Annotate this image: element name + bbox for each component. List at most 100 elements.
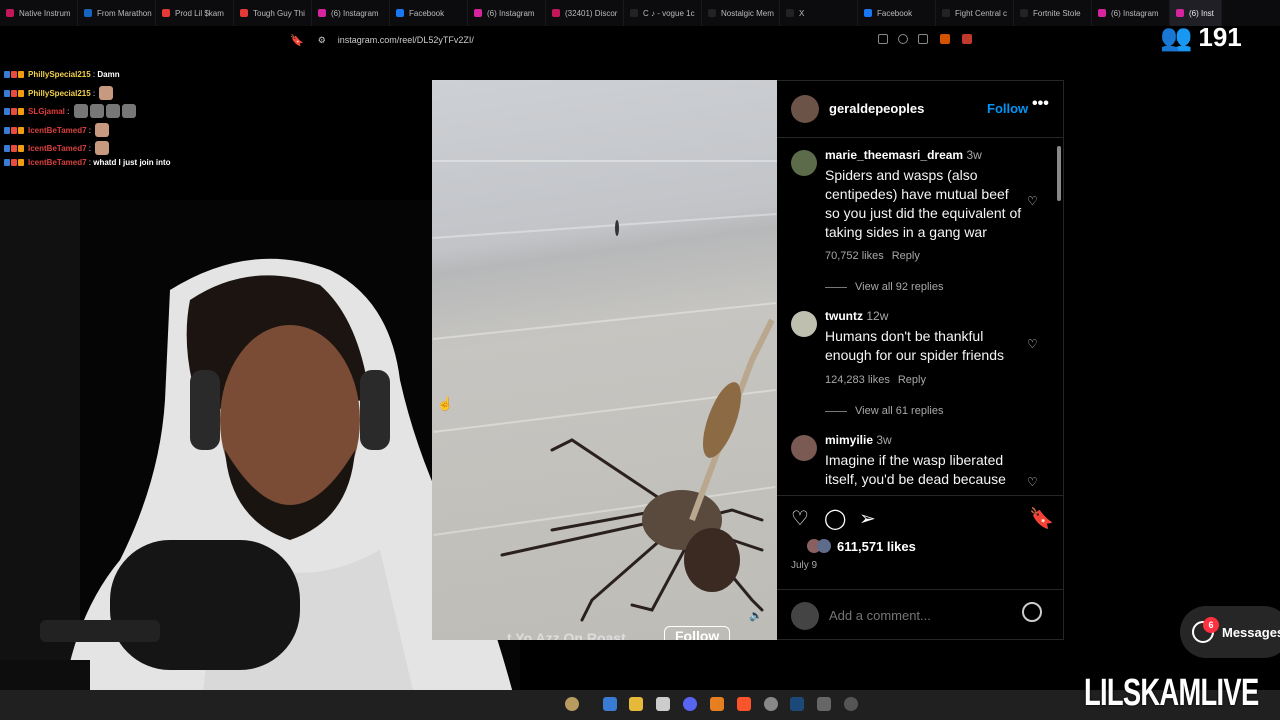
site-info-icon[interactable]: ⚙ <box>318 35 326 46</box>
tab-favicon-icon <box>474 9 482 17</box>
bookmark-icon[interactable]: 🔖 <box>290 34 304 47</box>
discord-icon[interactable] <box>683 697 697 711</box>
chat-emote <box>89 104 104 118</box>
zoom-icon[interactable] <box>898 34 908 44</box>
comment-username[interactable]: twuntz 12w <box>825 309 888 323</box>
browser-tab[interactable]: Tough Guy Thi <box>234 0 312 26</box>
browser-tab[interactable]: Facebook <box>390 0 468 26</box>
messages-badge: 6 <box>1203 617 1219 633</box>
extension-icon[interactable] <box>962 34 972 44</box>
taskbar-app-icon[interactable] <box>565 697 579 711</box>
more-options-icon[interactable]: ••• <box>1032 95 1049 113</box>
emoji-icon[interactable] <box>1022 602 1042 622</box>
author-avatar[interactable] <box>791 95 819 123</box>
speaker-icon[interactable]: 🔈 <box>749 609 763 622</box>
commenter-avatar[interactable] <box>791 150 817 176</box>
browser-tab[interactable]: Fortnite Stole <box>1014 0 1092 26</box>
chat-username[interactable]: IcentBeTamed7 <box>28 144 87 153</box>
browser-tab[interactable]: (32401) Discor <box>546 0 624 26</box>
chat-username[interactable]: SLGjamal <box>28 107 65 116</box>
comment-meta: 70,752 likes Reply <box>825 250 928 262</box>
chat-username[interactable]: PhillySpecial215 <box>28 89 91 98</box>
chat-message: IcentBeTamed7 : whatd I just join into <box>4 158 171 167</box>
follow-button[interactable]: Follow <box>987 101 1028 116</box>
share-icon[interactable] <box>918 34 928 44</box>
reel-follow-button[interactable]: Follow <box>664 626 731 640</box>
messages-label: Messages <box>1222 624 1280 640</box>
comment-username-text[interactable]: mimyilie <box>825 433 873 447</box>
view-replies[interactable]: View all 61 replies <box>825 405 943 417</box>
chat-badges <box>4 144 25 152</box>
bookmark-star-icon[interactable] <box>940 34 950 44</box>
screen-icon[interactable] <box>878 34 888 44</box>
taskbar-app-icon[interactable] <box>817 697 831 711</box>
comments-list: marie_theemasri_dream 3w Spiders and was… <box>777 138 1064 493</box>
messages-button[interactable]: Messages <box>1180 606 1280 658</box>
taskbar-app-icon[interactable] <box>844 697 858 711</box>
taskbar-app-icon[interactable] <box>764 697 778 711</box>
folder-icon[interactable] <box>629 697 643 711</box>
own-avatar <box>791 602 819 630</box>
post-header: geraldepeoples Follow ••• <box>777 81 1064 138</box>
comment-like-icon[interactable]: ♡ <box>1027 475 1038 489</box>
browser-tab[interactable]: C ♪ - vogue 1c <box>624 0 702 26</box>
tab-favicon-icon <box>630 9 638 17</box>
steam-icon[interactable] <box>790 697 804 711</box>
comment-username-text[interactable]: marie_theemasri_dream <box>825 148 963 162</box>
comment-username-text[interactable]: twuntz <box>825 309 863 323</box>
chat-emote <box>95 123 110 137</box>
chat-username[interactable]: IcentBeTamed7 <box>28 158 87 167</box>
reel-video[interactable]: t Yo Azz On Roast Follow 🔈 <box>432 80 777 640</box>
reply-button[interactable]: Reply <box>898 374 926 386</box>
chat-username[interactable]: PhillySpecial215 <box>28 70 91 79</box>
browser-tab[interactable]: (6) Instagram <box>468 0 546 26</box>
browser-tab[interactable]: X <box>780 0 858 26</box>
comment-likes[interactable]: 70,752 likes <box>825 250 884 262</box>
tab-label: (6) Instagram <box>487 8 535 18</box>
reply-button[interactable]: Reply <box>892 250 920 262</box>
tab-label: Tough Guy Thi <box>253 8 305 18</box>
comment-bubble-icon[interactable]: ◯ <box>824 506 846 531</box>
browser-tab[interactable]: (6) Instagram <box>312 0 390 26</box>
like-heart-icon[interactable]: ♡ <box>791 506 809 531</box>
taskbar-app-icon[interactable] <box>656 697 670 711</box>
comment-username[interactable]: marie_theemasri_dream 3w <box>825 148 982 162</box>
comment-like-icon[interactable]: ♡ <box>1027 194 1038 208</box>
commenter-avatar[interactable] <box>791 435 817 461</box>
save-bookmark-icon[interactable]: 🔖 <box>1029 506 1054 531</box>
mouse-cursor-icon: ☝ <box>437 396 454 411</box>
comment-text: Imagine if the wasp liberated itself, yo… <box>825 452 1006 487</box>
comment-like-icon[interactable]: ♡ <box>1027 337 1038 351</box>
tab-favicon-icon <box>1176 9 1184 17</box>
comment-username[interactable]: mimyilie 3w <box>825 433 892 447</box>
view-replies-text[interactable]: View all 92 replies <box>855 281 943 293</box>
browser-tab[interactable]: (6) Instagram <box>1092 0 1170 26</box>
taskbar-app-icon[interactable] <box>603 697 617 711</box>
add-comment-input[interactable] <box>829 608 1009 623</box>
chat-separator: : <box>86 143 94 153</box>
streamer-brand: LILSKAMLIVE <box>1084 672 1259 714</box>
chat-emote <box>99 86 114 100</box>
author-username[interactable]: geraldepeoples <box>829 101 924 116</box>
tab-label: Nostalgic Mem <box>721 8 774 18</box>
share-send-icon[interactable]: ➢ <box>859 506 876 531</box>
tab-label: C ♪ - vogue 1c <box>643 8 695 18</box>
brave-icon[interactable] <box>737 697 751 711</box>
url-text[interactable]: instagram.com/reel/DL52yTFv2ZI/ <box>338 35 474 45</box>
likes-count[interactable]: 611,571 likes <box>837 539 916 554</box>
chat-username[interactable]: IcentBeTamed7 <box>28 126 87 135</box>
comment-likes[interactable]: 124,283 likes <box>825 374 890 386</box>
browser-tab[interactable]: Facebook <box>858 0 936 26</box>
taskbar-app-icon[interactable] <box>710 697 724 711</box>
view-replies[interactable]: View all 92 replies <box>825 281 943 293</box>
stream-chat: PhillySpecial215 : Damn PhillySpecial215 … <box>0 0 230 200</box>
tab-favicon-icon <box>318 9 326 17</box>
commenter-avatar[interactable] <box>791 311 817 337</box>
browser-tab[interactable]: Fight Central c <box>936 0 1014 26</box>
browser-tab[interactable]: Nostalgic Mem <box>702 0 780 26</box>
view-replies-text[interactable]: View all 61 replies <box>855 405 943 417</box>
tab-label: (6) Inst <box>1189 8 1214 18</box>
chat-emote <box>95 141 110 155</box>
comments-scrollbar[interactable] <box>1056 138 1062 492</box>
comment-text: Humans don't be thankful enough for our … <box>825 328 1004 363</box>
